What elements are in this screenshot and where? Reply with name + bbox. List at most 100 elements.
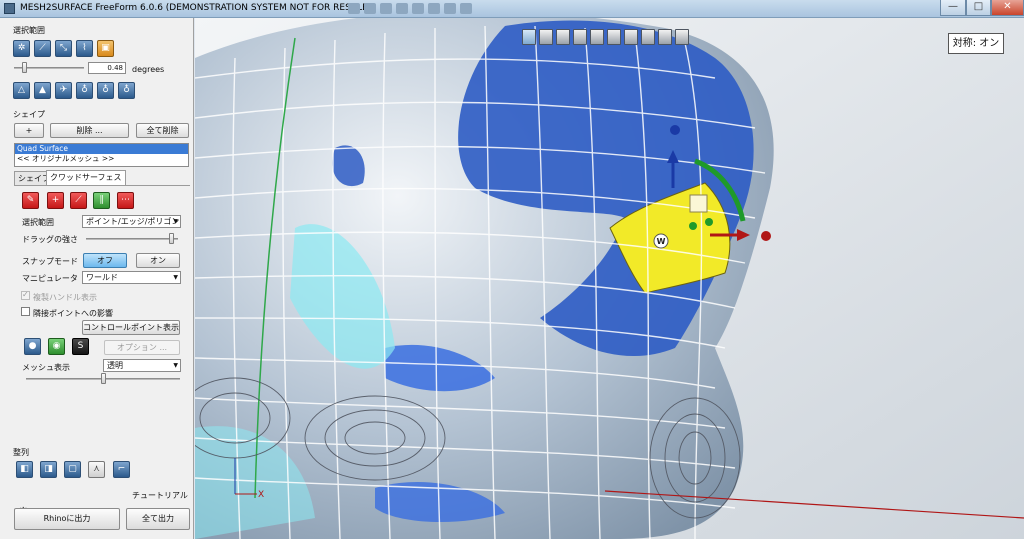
quick-access-icon[interactable]: [380, 3, 392, 14]
duplicate-handles-label: 複製ハンドル表示: [33, 293, 97, 302]
view-zoom-icon[interactable]: [522, 29, 536, 45]
duplicate-handles-checkbox[interactable]: [21, 290, 30, 300]
list-item[interactable]: << オリジナルメッシュ >>: [15, 154, 188, 164]
curvature-view-icon[interactable]: S: [72, 338, 89, 355]
z-handle[interactable]: [705, 218, 713, 226]
angle-unit-label: degrees: [132, 65, 165, 74]
mesh-display-value: 透明: [107, 361, 123, 370]
z-handle[interactable]: [689, 222, 697, 230]
view-back-icon[interactable]: [556, 29, 570, 45]
quick-access-icon[interactable]: [428, 3, 440, 14]
add-shape-button[interactable]: +: [14, 123, 44, 138]
app-icon: [4, 3, 15, 14]
model-canvas[interactable]: W X: [195, 18, 1024, 539]
shaded-view-icon[interactable]: ●: [24, 338, 41, 355]
y-handle[interactable]: [670, 125, 680, 135]
align-side-icon[interactable]: ◨: [40, 461, 57, 478]
angle-input[interactable]: 0.48: [88, 62, 126, 74]
bulb-icon[interactable]: ♁: [97, 82, 114, 99]
selection-mode-label: 選択範囲: [22, 218, 54, 227]
delete-tool-icon[interactable]: ⋯: [117, 192, 134, 209]
manipulator-select[interactable]: ワールド ▼: [82, 271, 181, 284]
view-axes-icon[interactable]: [675, 29, 689, 45]
x-handle[interactable]: [761, 231, 771, 241]
select-path-tool-icon[interactable]: ⌇: [76, 40, 93, 57]
quick-access-icon[interactable]: [396, 3, 408, 14]
chevron-down-icon: ▼: [173, 218, 178, 225]
quick-access-icon[interactable]: [364, 3, 376, 14]
chevron-down-icon: ▼: [173, 362, 178, 369]
quick-access-icon[interactable]: [460, 3, 472, 14]
tutorial-link[interactable]: チュートリアル: [132, 490, 188, 501]
view-front-icon[interactable]: [539, 29, 553, 45]
bulb-outline-icon[interactable]: ♁: [76, 82, 93, 99]
show-control-points-button[interactable]: コントロールポイント表示: [82, 320, 180, 335]
drag-strength-slider[interactable]: [86, 238, 178, 240]
snap-off-button[interactable]: オフ: [83, 253, 127, 268]
triangle-filled-icon[interactable]: ▲: [34, 82, 51, 99]
snap-mode-label: スナップモード: [22, 257, 78, 266]
bulb-filled-icon[interactable]: ♁: [118, 82, 135, 99]
align-corner-icon[interactable]: ⌐: [113, 461, 130, 478]
maximize-button[interactable]: □: [966, 0, 991, 16]
selection-mode-select[interactable]: ポイント/エッジ/ポリゴン ▼: [82, 215, 181, 228]
export-rhino-button[interactable]: Rhinoに出力: [14, 508, 120, 530]
align-top-icon[interactable]: ▢: [64, 461, 81, 478]
angle-slider-thumb[interactable]: [22, 62, 27, 73]
bird-icon[interactable]: ✈: [55, 82, 72, 99]
view-bottom-icon[interactable]: [624, 29, 638, 45]
select-edges-tool-icon[interactable]: ⟋: [34, 40, 51, 57]
zebra-view-icon[interactable]: ◉: [48, 338, 65, 355]
options-button[interactable]: オプション ...: [104, 340, 180, 355]
gizmo-x-label: X: [258, 490, 264, 500]
loop-tool-icon[interactable]: ∥: [93, 192, 110, 209]
triangle-outline-icon[interactable]: △: [13, 82, 30, 99]
shape-list[interactable]: Quad Surface << オリジナルメッシュ >>: [14, 143, 189, 167]
mesh-display-label: メッシュ表示: [22, 363, 70, 372]
delete-shape-button[interactable]: 削除 ...: [50, 123, 129, 138]
close-button[interactable]: ✕: [991, 0, 1024, 16]
chevron-down-icon: ▼: [173, 274, 178, 281]
title-bar: MESH2SURFACE FreeForm 6.0.6 (DEMONSTRATI…: [0, 0, 1024, 18]
quick-access-icon[interactable]: [348, 3, 360, 14]
pen-tool-icon[interactable]: ✎: [22, 192, 39, 209]
manipulator-value: ワールド: [86, 273, 118, 282]
selection-heading: 選択範囲: [13, 26, 45, 35]
align-front-icon[interactable]: ◧: [16, 461, 33, 478]
select-lasso-tool-icon[interactable]: ⤡: [55, 40, 72, 57]
quick-access-icon[interactable]: [412, 3, 424, 14]
select-area-tool-icon[interactable]: ▣: [97, 40, 114, 57]
select-points-tool-icon[interactable]: ✲: [13, 40, 30, 57]
view-top-icon[interactable]: [607, 29, 621, 45]
quick-access-icon[interactable]: [444, 3, 456, 14]
symmetry-toggle[interactable]: 対称: オン: [948, 33, 1004, 54]
list-item[interactable]: Quad Surface: [15, 144, 188, 154]
align-axis-icon[interactable]: ⋏: [88, 461, 105, 478]
export-all-button[interactable]: 全て出力: [126, 508, 190, 530]
minimize-button[interactable]: —: [940, 0, 966, 16]
left-panel: 選択範囲 ✲ ⟋ ⤡ ⌇ ▣ 0.48 degrees △ ▲ ✈ ♁ ♁ ♁ …: [0, 18, 194, 539]
mesh-display-select[interactable]: 透明 ▼: [103, 359, 181, 372]
selection-mode-value: ポイント/エッジ/ポリゴン: [86, 217, 180, 226]
3d-viewport[interactable]: W X 対称: オン: [195, 18, 1024, 539]
mesh-transparency-thumb[interactable]: [100, 373, 106, 384]
delete-all-shapes-button[interactable]: 全て削除: [136, 123, 189, 138]
drag-strength-label: ドラッグの強さ: [22, 235, 78, 244]
add-point-tool-icon[interactable]: +: [47, 192, 64, 209]
align-heading: 整列: [13, 448, 29, 457]
selected-point-label: W: [657, 237, 666, 246]
view-perspective-icon[interactable]: [658, 29, 672, 45]
plane-handle[interactable]: [689, 194, 708, 213]
view-left-icon[interactable]: [573, 29, 587, 45]
view-iso-icon[interactable]: [641, 29, 655, 45]
shape-heading: シェイプ: [13, 110, 45, 119]
split-edge-tool-icon[interactable]: ⟋: [70, 192, 87, 209]
snap-on-button[interactable]: オン: [136, 253, 180, 268]
tab-quad-surface[interactable]: クワッドサーフェス: [46, 170, 126, 185]
tab-divider: [14, 185, 190, 186]
drag-strength-thumb[interactable]: [168, 233, 174, 244]
window-title: MESH2SURFACE FreeForm 6.0.6 (DEMONSTRATI…: [20, 3, 372, 13]
adjacent-points-checkbox[interactable]: [21, 307, 30, 316]
adjacent-points-label: 隣接ポイントへの影響: [33, 309, 113, 318]
view-right-icon[interactable]: [590, 29, 604, 45]
